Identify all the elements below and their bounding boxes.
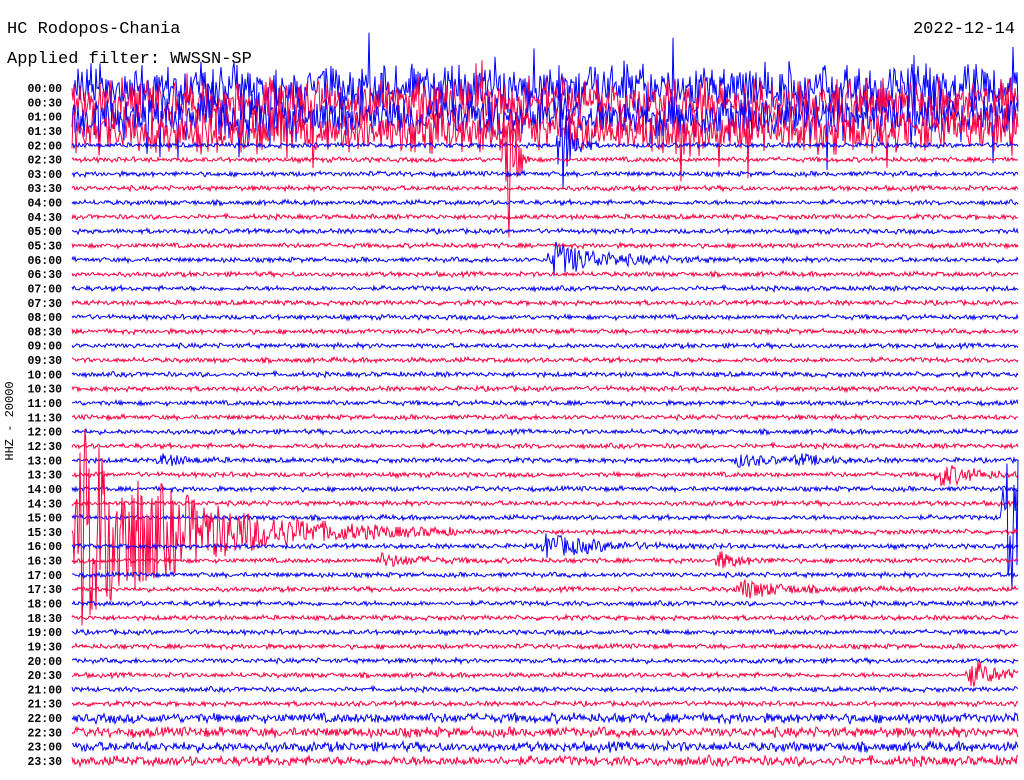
trace-row-0730 — [71, 298, 1019, 308]
row-time-label: 07:00 — [27, 283, 62, 296]
trace-row-1430 — [71, 498, 1019, 508]
row-time-label: 00:00 — [27, 83, 62, 96]
row-time-label: 15:30 — [27, 527, 62, 540]
row-time-label: 14:00 — [27, 484, 62, 497]
row-time-label: 10:30 — [27, 384, 62, 397]
trace-row-2130 — [71, 699, 1019, 709]
trace-row-1030 — [71, 384, 1019, 394]
trace-row-1000 — [71, 369, 1019, 379]
row-time-label: 21:30 — [27, 699, 62, 712]
row-time-label: 22:00 — [27, 713, 62, 726]
row-time-label: 04:00 — [27, 198, 62, 211]
row-time-label: 17:00 — [27, 570, 62, 583]
row-time-label: 21:00 — [27, 684, 62, 697]
row-time-label: 14:30 — [27, 498, 62, 511]
trace-row-1830 — [71, 613, 1019, 623]
row-time-label: 06:00 — [27, 255, 62, 268]
trace-row-2230 — [71, 724, 1019, 740]
row-time-label: 09:00 — [27, 341, 62, 354]
trace-row-0300 — [71, 169, 1019, 179]
row-time-label: 17:30 — [27, 584, 62, 597]
trace-row-1900 — [71, 627, 1019, 637]
row-time-label: 20:30 — [27, 670, 62, 683]
row-time-label: 20:00 — [27, 656, 62, 669]
trace-row-0600 — [71, 241, 1019, 277]
trace-row-0700 — [71, 283, 1019, 293]
trace-row-1100 — [71, 398, 1019, 408]
trace-row-0830 — [71, 327, 1019, 336]
row-time-label: 09:30 — [27, 355, 62, 368]
trace-row-0630 — [71, 269, 1019, 279]
trace-row-1330 — [71, 465, 1019, 487]
row-time-label: 05:00 — [27, 226, 62, 239]
row-time-label: 01:00 — [27, 112, 62, 125]
row-time-label: 08:30 — [27, 326, 62, 339]
trace-row-1930 — [71, 641, 1019, 651]
row-time-label: 04:30 — [27, 212, 62, 225]
row-time-label: 16:00 — [27, 541, 62, 554]
trace-row-0500 — [71, 227, 1019, 236]
row-time-label: 23:30 — [27, 756, 62, 769]
row-time-label: 06:30 — [27, 269, 62, 282]
row-time-label: 19:30 — [27, 641, 62, 654]
row-time-label: 07:30 — [27, 298, 62, 311]
trace-row-0400 — [71, 197, 1019, 208]
row-time-label: 10:00 — [27, 369, 62, 382]
row-time-label: 18:00 — [27, 598, 62, 611]
row-time-label: 22:30 — [27, 727, 62, 740]
row-time-label: 18:30 — [27, 613, 62, 626]
trace-row-1230 — [71, 441, 1019, 451]
row-time-label: 16:30 — [27, 556, 62, 569]
trace-row-0900 — [71, 341, 1019, 351]
row-time-label: 15:00 — [27, 513, 62, 526]
trace-row-1400 — [71, 484, 1019, 494]
row-time-label: 13:00 — [27, 455, 62, 468]
row-time-label: 03:00 — [27, 169, 62, 182]
trace-row-2300 — [71, 739, 1019, 755]
trace-row-0430 — [71, 212, 1019, 222]
row-time-label: 13:30 — [27, 470, 62, 483]
row-time-label: 11:30 — [27, 412, 62, 425]
row-time-label: 02:00 — [27, 140, 62, 153]
trace-row-1130 — [71, 412, 1019, 423]
row-time-label: 01:30 — [27, 126, 62, 139]
row-time-label: 03:30 — [27, 183, 62, 196]
trace-row-1500 — [71, 459, 1019, 590]
row-time-label: 23:00 — [27, 742, 62, 755]
row-time-label: 11:00 — [27, 398, 62, 411]
trace-row-2030 — [71, 661, 1019, 687]
trace-row-1730 — [71, 579, 1019, 599]
trace-row-1700 — [72, 570, 1019, 580]
row-time-label: 00:30 — [27, 97, 62, 110]
helicorder-plot: 00:0000:30 01:0001:3002:00 02:3003:0003:30… — [27, 32, 1019, 769]
trace-row-1800 — [71, 598, 1019, 608]
trace-row-0330 — [71, 183, 1019, 194]
trace-row-0530 — [71, 241, 1019, 250]
row-time-label: 05:30 — [27, 241, 62, 254]
row-time-label: 19:00 — [27, 627, 62, 640]
row-time-label: 08:00 — [27, 312, 62, 325]
row-time-label: 12:30 — [27, 441, 62, 454]
trace-row-2330 — [71, 754, 1019, 769]
row-time-label: 12:00 — [27, 427, 62, 440]
trace-row-0800 — [71, 312, 1019, 322]
trace-row-2100 — [71, 684, 1019, 694]
trace-row-1200 — [71, 427, 1019, 437]
trace-row-1300 — [72, 452, 1019, 468]
trace-row-2000 — [71, 656, 1019, 666]
trace-row-0100 — [71, 55, 1019, 171]
trace-row-2200 — [71, 711, 1019, 726]
row-time-label: 02:30 — [27, 155, 62, 168]
trace-row-0930 — [71, 355, 1019, 365]
